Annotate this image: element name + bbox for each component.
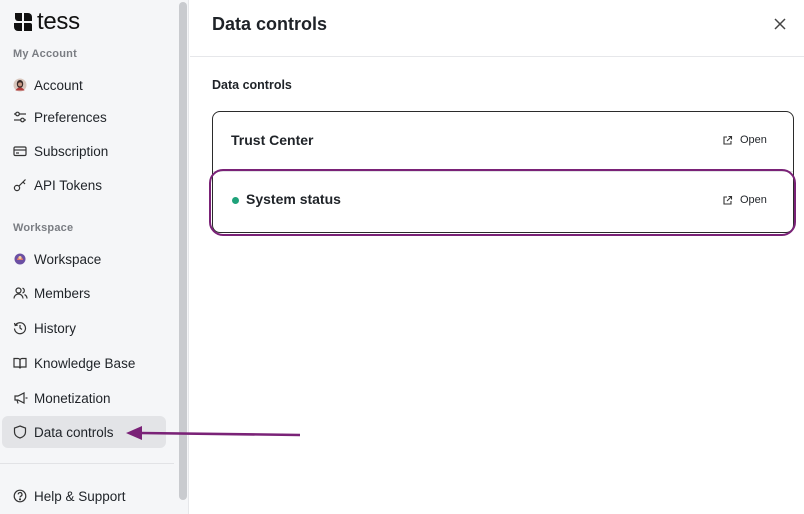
- sidebar-item-workspace[interactable]: Workspace: [2, 243, 166, 275]
- sidebar-item-data-controls[interactable]: Data controls: [2, 416, 166, 448]
- sidebar-item-label: Knowledge Base: [34, 355, 136, 371]
- credit-card-icon: [12, 143, 28, 159]
- workspace-section-label: Workspace: [13, 222, 74, 234]
- sidebar-item-label: Help & Support: [34, 488, 126, 504]
- page-title: Data controls: [212, 14, 328, 34]
- section-heading: Data controls: [212, 78, 292, 92]
- sidebar-item-label: Members: [34, 285, 91, 301]
- sidebar-item-label: History: [34, 320, 77, 336]
- trust-center-open-button[interactable]: Open: [722, 134, 767, 146]
- sidebar-item-label: Account: [34, 77, 83, 93]
- system-status-title: System status: [246, 191, 341, 207]
- sidebar-item-label: Data controls: [34, 424, 114, 440]
- sidebar-item-account[interactable]: Account: [2, 69, 166, 101]
- sidebar-item-label: Workspace: [34, 251, 102, 267]
- shield-icon: [12, 424, 28, 440]
- sidebar-divider: [0, 463, 174, 464]
- system-status-open-button[interactable]: Open: [722, 194, 767, 206]
- close-button[interactable]: [772, 16, 788, 32]
- tess-logo[interactable]: tess: [12, 10, 80, 34]
- open-label: Open: [740, 134, 767, 146]
- data-controls-card: Trust Center Open System status Open: [212, 111, 794, 233]
- sidebar-item-history[interactable]: History: [2, 312, 166, 344]
- key-icon: [12, 177, 28, 193]
- book-icon: [12, 355, 28, 371]
- history-icon: [12, 320, 28, 336]
- sidebar-item-subscription[interactable]: Subscription: [2, 135, 166, 167]
- sidebar-item-members[interactable]: Members: [2, 277, 166, 309]
- sidebar-item-label: Monetization: [34, 390, 111, 406]
- megaphone-icon: [12, 390, 28, 406]
- sidebar-item-label: Subscription: [34, 143, 109, 159]
- external-link-icon: [723, 135, 733, 145]
- sidebar-item-api-tokens[interactable]: API Tokens: [2, 169, 166, 201]
- tess-logo-icon: [14, 13, 32, 31]
- avatar-icon: [12, 77, 28, 93]
- sidebar-item-label: Preferences: [34, 109, 107, 125]
- page-header: Data controls: [190, 0, 804, 57]
- scrollbar-thumb[interactable]: [179, 2, 187, 500]
- status-indicator-dot: [232, 197, 239, 204]
- app-name: tess: [37, 8, 80, 35]
- sidebar-scrollbar[interactable]: [178, 0, 189, 514]
- sidebar-item-knowledge-base[interactable]: Knowledge Base: [2, 347, 166, 379]
- users-icon: [12, 285, 28, 301]
- open-label: Open: [740, 194, 767, 206]
- sidebar: tess My Account Account Preferences Subs…: [0, 0, 178, 514]
- my-account-section-label: My Account: [13, 48, 77, 60]
- trust-center-title: Trust Center: [231, 132, 314, 148]
- sidebar-item-monetization[interactable]: Monetization: [2, 382, 166, 414]
- sidebar-item-preferences[interactable]: Preferences: [2, 101, 166, 133]
- external-link-icon: [723, 195, 733, 205]
- sliders-icon: [12, 109, 28, 125]
- close-icon: [774, 18, 786, 30]
- sidebar-item-help-support[interactable]: Help & Support: [2, 480, 166, 512]
- workspace-avatar-icon: [12, 251, 28, 267]
- row-divider: [213, 171, 793, 172]
- sidebar-item-label: API Tokens: [34, 177, 103, 193]
- help-icon: [12, 488, 28, 504]
